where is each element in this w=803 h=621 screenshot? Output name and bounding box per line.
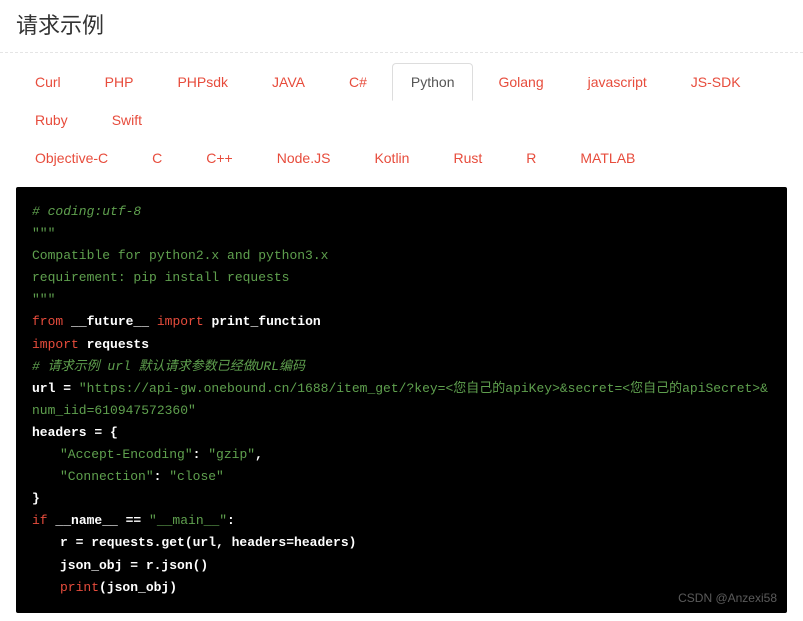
code-line: json_obj = r.json() bbox=[60, 558, 208, 573]
code-punct: : bbox=[154, 469, 170, 484]
tab-ruby[interactable]: Ruby bbox=[16, 101, 87, 139]
tab-java[interactable]: JAVA bbox=[253, 63, 324, 101]
tab-golang[interactable]: Golang bbox=[479, 63, 562, 101]
code-block: # coding:utf-8 """ Compatible for python… bbox=[16, 187, 787, 613]
tab-swift[interactable]: Swift bbox=[93, 101, 161, 139]
code-line: r = requests.get(url, headers=headers) bbox=[60, 535, 356, 550]
code-symbol: print_function bbox=[204, 314, 321, 329]
tab-kotlin[interactable]: Kotlin bbox=[355, 139, 428, 177]
code-keyword: import bbox=[157, 314, 204, 329]
tab-c[interactable]: C bbox=[133, 139, 181, 177]
tab-rust[interactable]: Rust bbox=[434, 139, 501, 177]
code-comment: # coding:utf-8 bbox=[32, 204, 141, 219]
code-comment: # 请求示例 url 默认请求参数已经做URL编码 bbox=[32, 359, 305, 374]
code-string: "__main__" bbox=[149, 513, 227, 528]
tab-matlab[interactable]: MATLAB bbox=[561, 139, 654, 177]
code-line: (json_obj) bbox=[99, 580, 177, 595]
code-punct: } bbox=[32, 491, 40, 506]
code-symbol: requests bbox=[79, 337, 149, 352]
watermark: CSDN @Anzexi58 bbox=[678, 588, 777, 608]
code-var: headers = { bbox=[32, 425, 118, 440]
tab-javascript[interactable]: javascript bbox=[569, 63, 666, 101]
code-string: "Connection" bbox=[60, 469, 154, 484]
tab-php[interactable]: PHP bbox=[86, 63, 153, 101]
code-symbol: __name__ == bbox=[48, 513, 149, 528]
tabs-container: Curl PHP PHPsdk JAVA C# Python Golang ja… bbox=[0, 53, 803, 177]
tab-phpsdk[interactable]: PHPsdk bbox=[158, 63, 247, 101]
code-docstring-close: """ bbox=[32, 292, 55, 307]
code-docstring: requirement: pip install requests bbox=[32, 270, 289, 285]
code-string: "Accept-Encoding" bbox=[60, 447, 193, 462]
tab-curl[interactable]: Curl bbox=[16, 63, 80, 101]
tab-objc[interactable]: Objective-C bbox=[16, 139, 127, 177]
tabs-row-1: Curl PHP PHPsdk JAVA C# Python Golang ja… bbox=[16, 63, 787, 139]
code-keyword: from bbox=[32, 314, 63, 329]
code-keyword: print bbox=[60, 580, 99, 595]
tabs-row-2: Objective-C C C++ Node.JS Kotlin Rust R … bbox=[16, 139, 787, 177]
code-punct: , bbox=[255, 447, 263, 462]
code-keyword: import bbox=[32, 337, 79, 352]
tab-python[interactable]: Python bbox=[392, 63, 474, 101]
code-string: "gzip" bbox=[208, 447, 255, 462]
code-string: "close" bbox=[169, 469, 224, 484]
tab-r[interactable]: R bbox=[507, 139, 555, 177]
code-var: url = bbox=[32, 381, 79, 396]
code-docstring: Compatible for python2.x and python3.x bbox=[32, 248, 328, 263]
tab-nodejs[interactable]: Node.JS bbox=[258, 139, 350, 177]
code-punct: : bbox=[193, 447, 209, 462]
code-docstring-open: """ bbox=[32, 226, 55, 241]
code-punct: : bbox=[227, 513, 235, 528]
code-keyword: if bbox=[32, 513, 48, 528]
code-symbol: __future__ bbox=[63, 314, 157, 329]
tab-cpp[interactable]: C++ bbox=[187, 139, 251, 177]
tab-csharp[interactable]: C# bbox=[330, 63, 386, 101]
page-title: 请求示例 bbox=[0, 0, 803, 53]
tab-jssdk[interactable]: JS-SDK bbox=[672, 63, 760, 101]
code-string: "https://api-gw.onebound.cn/1688/item_ge… bbox=[32, 381, 768, 418]
